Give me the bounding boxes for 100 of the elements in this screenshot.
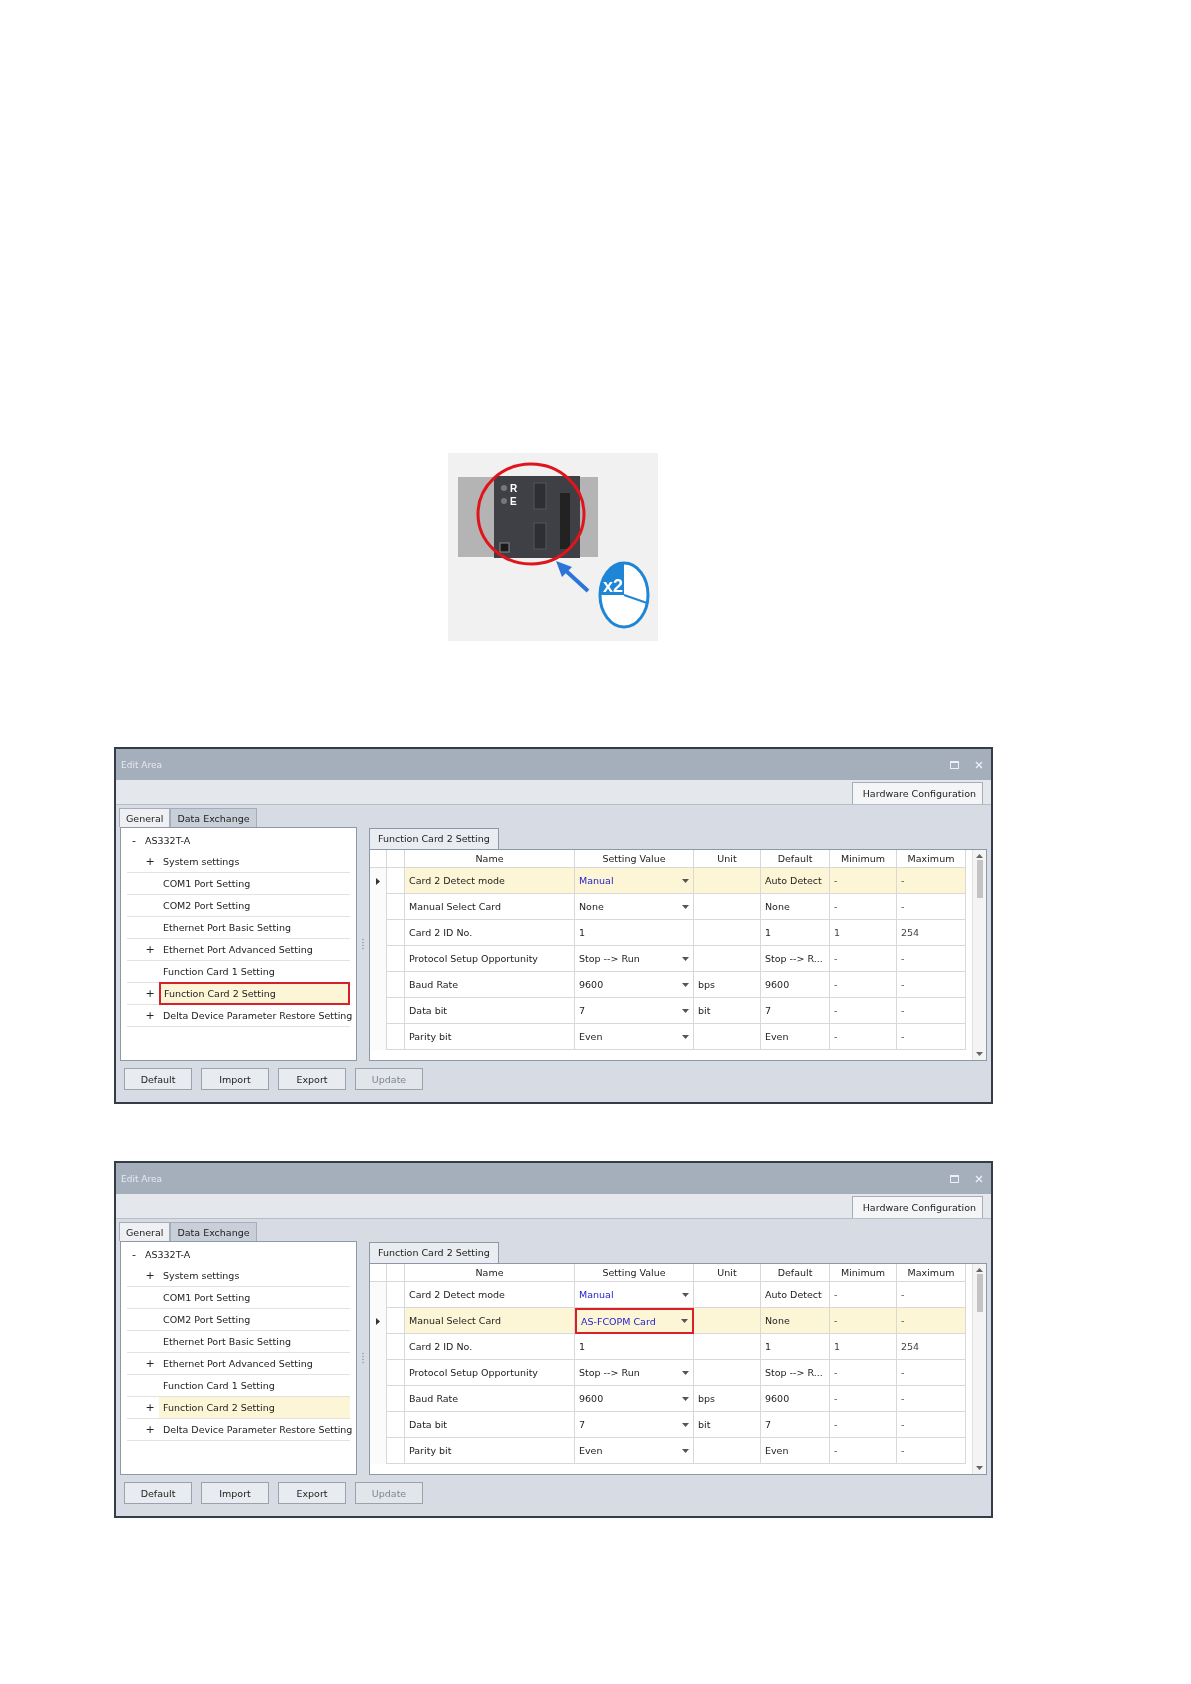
tree-item[interactable]: AS332T-A (141, 830, 350, 851)
dropdown-cell[interactable]: 9600 (575, 972, 694, 998)
splitter-grip-icon[interactable] (361, 938, 365, 950)
tree-item[interactable]: Function Card 1 Setting (159, 1375, 350, 1396)
scrollbar[interactable] (972, 850, 986, 1060)
scrollbar[interactable] (972, 1264, 986, 1474)
tree-item[interactable]: COM2 Port Setting (159, 1309, 350, 1330)
column-header[interactable]: Unit (694, 850, 761, 868)
scroll-down-icon[interactable] (976, 1052, 983, 1056)
column-header[interactable]: Name (405, 850, 575, 868)
tab[interactable]: Data Exchange (170, 1222, 257, 1241)
tree-item[interactable]: Function Card 2 Setting (159, 982, 350, 1005)
expand-toggle[interactable]: + (145, 855, 155, 868)
table-cell: Card 2 ID No. (405, 920, 575, 946)
column-header[interactable]: Setting Value (575, 850, 694, 868)
dropdown-arrow-icon[interactable] (682, 1292, 689, 1297)
expand-toggle[interactable]: + (145, 1423, 155, 1436)
action-button[interactable]: Export (278, 1068, 346, 1090)
dropdown-arrow-icon[interactable] (682, 1008, 689, 1013)
splitter-grip-icon[interactable] (361, 1352, 365, 1364)
tree-item[interactable]: Function Card 1 Setting (159, 961, 350, 982)
expand-toggle[interactable]: + (145, 943, 155, 956)
column-header[interactable]: Name (405, 1264, 575, 1282)
column-header[interactable]: Maximum (897, 1264, 966, 1282)
tree-item[interactable]: AS332T-A (141, 1244, 350, 1265)
table-cell (387, 920, 405, 946)
dropdown-cell[interactable]: Even (575, 1024, 694, 1050)
row-header-cell[interactable] (370, 1024, 387, 1050)
dropdown-arrow-icon[interactable] (682, 904, 689, 909)
column-header[interactable]: Setting Value (575, 1264, 694, 1282)
row-header-cell[interactable] (370, 868, 387, 894)
tab[interactable]: Function Card 2 Setting (369, 1242, 499, 1263)
tree-item[interactable]: Delta Device Parameter Restore Setting (159, 1005, 357, 1026)
tree-item[interactable]: Delta Device Parameter Restore Setting (159, 1419, 357, 1440)
action-button[interactable]: Import (201, 1482, 269, 1504)
dropdown-arrow-icon[interactable] (682, 1370, 689, 1375)
dropdown-cell[interactable]: 1 (575, 1334, 694, 1360)
collapse-toggle[interactable]: - (127, 834, 141, 847)
tab[interactable]: Function Card 2 Setting (369, 828, 499, 849)
column-header[interactable]: Maximum (897, 850, 966, 868)
action-button[interactable]: Import (201, 1068, 269, 1090)
column-header[interactable]: Minimum (830, 850, 897, 868)
table-cell: - (830, 1360, 897, 1386)
close-icon[interactable] (975, 1174, 983, 1183)
collapse-toggle[interactable]: - (127, 1248, 141, 1261)
action-button[interactable]: Export (278, 1482, 346, 1504)
expand-toggle[interactable]: + (145, 987, 155, 1000)
dropdown-arrow-icon[interactable] (682, 1422, 689, 1427)
dropdown-cell[interactable]: Manual (575, 868, 694, 894)
side-tab[interactable]: Hardware Configuration (851, 1196, 983, 1218)
scroll-down-icon[interactable] (976, 1466, 983, 1470)
dropdown-arrow-icon[interactable] (682, 956, 689, 961)
tab[interactable]: Data Exchange (170, 808, 257, 827)
scroll-up-icon[interactable] (976, 854, 983, 858)
column-header[interactable]: Minimum (830, 1264, 897, 1282)
maximize-icon[interactable] (950, 760, 959, 769)
scroll-up-icon[interactable] (976, 1268, 983, 1272)
tree-item[interactable]: Function Card 2 Setting (159, 1397, 350, 1418)
dropdown-arrow-icon[interactable] (682, 1396, 689, 1401)
dropdown-cell[interactable]: 7 (575, 1412, 694, 1438)
dropdown-cell[interactable]: 9600 (575, 1386, 694, 1412)
dropdown-cell[interactable]: AS-FCOPM Card (575, 1308, 694, 1334)
dropdown-cell[interactable]: None (575, 894, 694, 920)
tree-item[interactable]: Ethernet Port Advanced Setting (159, 939, 350, 960)
dropdown-arrow-icon[interactable] (682, 1448, 689, 1453)
tree-item[interactable]: Ethernet Port Advanced Setting (159, 1353, 350, 1374)
dropdown-arrow-icon[interactable] (681, 1319, 688, 1323)
dropdown-arrow-icon[interactable] (682, 878, 689, 883)
tree-item[interactable]: COM1 Port Setting (159, 1287, 350, 1308)
column-header[interactable]: Unit (694, 1264, 761, 1282)
tree-item[interactable]: Ethernet Port Basic Setting (159, 917, 350, 938)
tree-item[interactable]: System settings (159, 1265, 350, 1286)
dropdown-arrow-icon[interactable] (682, 1034, 689, 1039)
table-cell: 1 (761, 920, 830, 946)
expand-toggle[interactable]: + (145, 1357, 155, 1370)
tab[interactable]: General (119, 1222, 171, 1241)
column-header[interactable]: Default (761, 850, 830, 868)
tab[interactable]: General (119, 808, 171, 827)
dropdown-cell[interactable]: Stop --> Run (575, 946, 694, 972)
row-header-cell[interactable] (370, 1438, 387, 1464)
tree-item[interactable]: System settings (159, 851, 350, 872)
tree-item[interactable]: COM1 Port Setting (159, 873, 350, 894)
dropdown-cell[interactable]: 7 (575, 998, 694, 1024)
dropdown-cell[interactable]: Even (575, 1438, 694, 1464)
dropdown-cell[interactable]: Stop --> Run (575, 1360, 694, 1386)
table-cell: - (897, 972, 966, 998)
expand-toggle[interactable]: + (145, 1269, 155, 1282)
action-button[interactable]: Default (124, 1068, 192, 1090)
close-icon[interactable] (975, 760, 983, 769)
expand-toggle[interactable]: + (145, 1009, 155, 1022)
row-header-cell[interactable] (370, 1282, 387, 1308)
action-button[interactable]: Default (124, 1482, 192, 1504)
dropdown-arrow-icon[interactable] (682, 982, 689, 987)
maximize-icon[interactable] (950, 1174, 959, 1183)
dropdown-cell[interactable]: 1 (575, 920, 694, 946)
tree-item[interactable]: COM2 Port Setting (159, 895, 350, 916)
tree-item[interactable]: Ethernet Port Basic Setting (159, 1331, 350, 1352)
expand-toggle[interactable]: + (145, 1401, 155, 1414)
column-header[interactable]: Default (761, 1264, 830, 1282)
side-tab[interactable]: Hardware Configuration (851, 782, 983, 804)
